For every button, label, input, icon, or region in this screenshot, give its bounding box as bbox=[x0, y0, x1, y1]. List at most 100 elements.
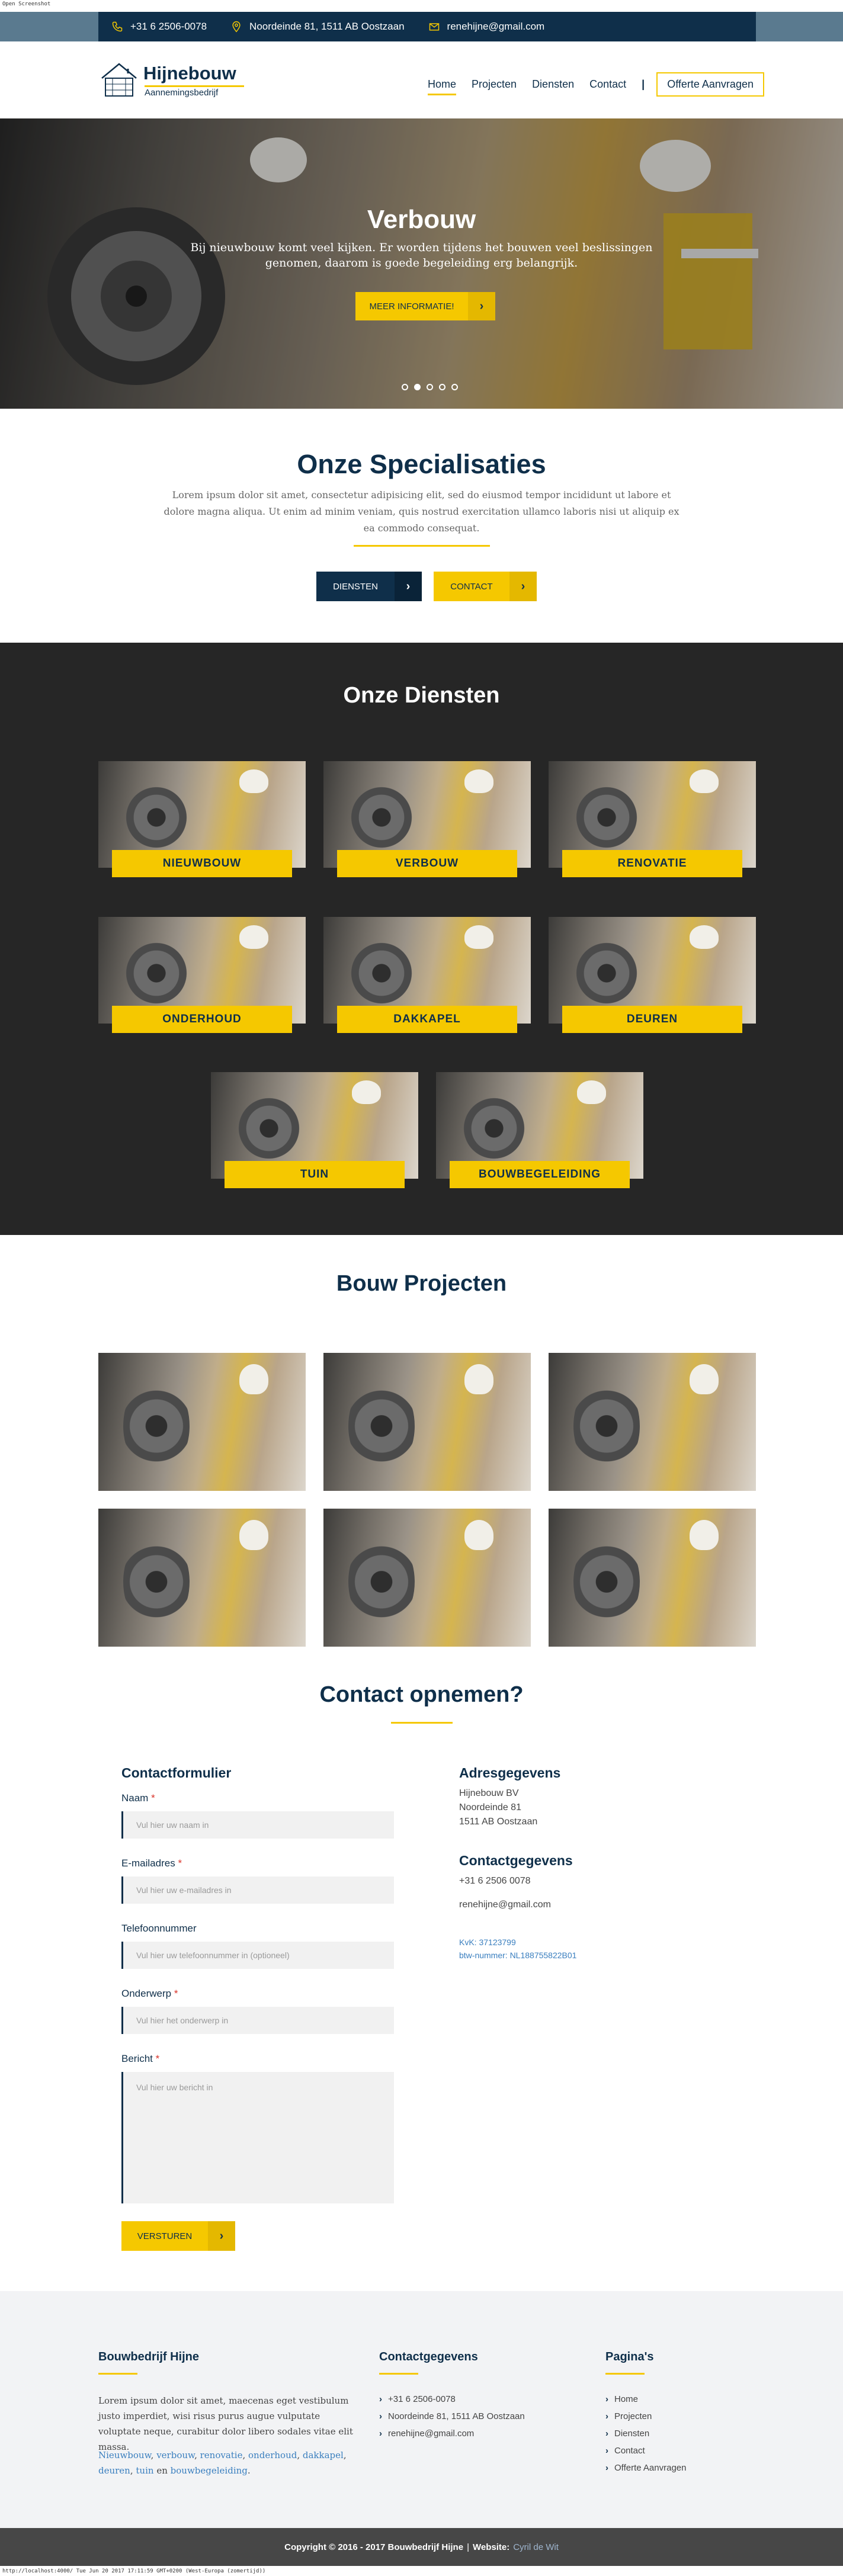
hero-slider: Verbouw Bij nieuwbouw komt veel kijken. … bbox=[0, 118, 843, 409]
submit-button-label: VERSTUREN bbox=[137, 2231, 193, 2241]
project-image[interactable] bbox=[323, 1353, 531, 1491]
footer-link-verbouw[interactable]: verbouw bbox=[156, 2450, 194, 2460]
field-label-naam: Naam * bbox=[121, 1792, 155, 1804]
logo[interactable]: Hijnebouw Aannemingsbedrijf bbox=[98, 57, 258, 104]
nav-diensten[interactable]: Diensten bbox=[532, 78, 574, 91]
nav-contact[interactable]: Contact bbox=[589, 78, 626, 91]
chevron-right-icon: › bbox=[379, 2411, 382, 2421]
specialisaties-title: Onze Specialisaties bbox=[297, 449, 546, 479]
nav-home[interactable]: Home bbox=[428, 78, 457, 95]
logo-title: Hijnebouw bbox=[143, 63, 236, 84]
dienst-card-bouwbegeleiding[interactable]: BOUWBEGELEIDING bbox=[436, 1072, 643, 1188]
topbar-email[interactable]: renehijne@gmail.com bbox=[428, 21, 545, 33]
dienst-card-deuren[interactable]: DEUREN bbox=[549, 917, 756, 1033]
diensten-button[interactable]: DIENSTEN › bbox=[316, 572, 422, 601]
footer-link-dakkapel[interactable]: dakkapel bbox=[303, 2450, 344, 2460]
project-image[interactable] bbox=[323, 1509, 531, 1647]
hero-button-label: MEER INFORMATIE! bbox=[369, 301, 454, 312]
hero-more-info-button[interactable]: MEER INFORMATIE! › bbox=[355, 292, 495, 320]
topbar-phone-text: +31 6 2506-0078 bbox=[130, 21, 207, 32]
footer-page-link[interactable]: › Diensten bbox=[605, 2425, 686, 2442]
slider-dot[interactable] bbox=[439, 384, 445, 390]
diensten-title: Onze Diensten bbox=[343, 683, 500, 708]
dienst-card-onderhoud[interactable]: ONDERHOUD bbox=[98, 917, 306, 1033]
topbar-phone[interactable]: +31 6 2506-0078 bbox=[111, 21, 207, 33]
field-label-telefoon: Telefoonnummer bbox=[121, 1923, 197, 1935]
slider-dot[interactable] bbox=[427, 384, 433, 390]
dienst-card-dakkapel[interactable]: DAKKAPEL bbox=[323, 917, 531, 1033]
slider-dot[interactable] bbox=[451, 384, 458, 390]
quote-button[interactable]: Offerte Aanvragen bbox=[656, 72, 764, 97]
section-divider bbox=[391, 1722, 453, 1724]
footer-page-link[interactable]: › Projecten bbox=[605, 2408, 686, 2425]
chevron-right-icon: › bbox=[379, 2394, 382, 2404]
dienst-card-nieuwbouw[interactable]: NIEUWBOUW bbox=[98, 761, 306, 877]
footer-page-text: Offerte Aanvragen bbox=[614, 2463, 687, 2473]
required-marker: * bbox=[151, 1792, 155, 1804]
onderwerp-input[interactable]: Vul hier het onderwerp in bbox=[121, 2007, 394, 2034]
required-marker: * bbox=[174, 1988, 178, 1999]
telefoon-input[interactable]: Vul hier uw telefoonnummer in (optioneel… bbox=[121, 1942, 394, 1969]
footer-link-bouwbegeleiding[interactable]: bouwbegeleiding bbox=[171, 2465, 248, 2476]
envelope-icon bbox=[429, 23, 439, 31]
hero-title: Verbouw bbox=[367, 205, 476, 234]
footer-link-tuin[interactable]: tuin bbox=[136, 2465, 153, 2476]
slider-dot[interactable] bbox=[402, 384, 408, 390]
contact-title: Contact opnemen? bbox=[319, 1682, 524, 1707]
dienst-card-verbouw[interactable]: VERBOUW bbox=[323, 761, 531, 877]
contact-email[interactable]: renehijne@gmail.com bbox=[459, 1898, 551, 1912]
footer-contact-item[interactable]: › +31 6 2506-0078 bbox=[379, 2391, 525, 2408]
logo-underline bbox=[145, 85, 244, 87]
nav-projecten[interactable]: Projecten bbox=[472, 78, 517, 91]
label-text: Naam bbox=[121, 1792, 149, 1804]
diensten-section: Onze Diensten NIEUWBOUW VERBOUW RENOVATI… bbox=[0, 643, 843, 1235]
project-image[interactable] bbox=[98, 1353, 306, 1491]
footer-page-link[interactable]: › Home bbox=[605, 2391, 686, 2408]
footer-conjunction: en bbox=[156, 2465, 168, 2476]
contact-button[interactable]: CONTACT › bbox=[434, 572, 537, 601]
dienst-card-tuin[interactable]: TUIN bbox=[211, 1072, 418, 1188]
footer-page-text: Diensten bbox=[614, 2429, 650, 2439]
topbar-email-text: renehijne@gmail.com bbox=[447, 21, 545, 32]
contact-button-label: CONTACT bbox=[450, 581, 493, 592]
footer-page-link[interactable]: › Offerte Aanvragen bbox=[605, 2459, 686, 2476]
topbar-address: Noordeinde 81, 1511 AB Oostzaan bbox=[230, 21, 405, 33]
project-image[interactable] bbox=[549, 1353, 756, 1491]
dienst-label: VERBOUW bbox=[337, 850, 517, 877]
footer-page-link[interactable]: › Contact bbox=[605, 2442, 686, 2459]
dienst-card-renovatie[interactable]: RENOVATIE bbox=[549, 761, 756, 877]
contact-phone[interactable]: +31 6 2506 0078 bbox=[459, 1874, 531, 1888]
footer: Bouwbedrijf Hijne Lorem ipsum dolor sit … bbox=[0, 2291, 843, 2528]
submit-button[interactable]: VERSTUREN › bbox=[121, 2221, 235, 2251]
project-image[interactable] bbox=[549, 1509, 756, 1647]
footer-link-deuren[interactable]: deuren bbox=[98, 2465, 130, 2476]
bericht-textarea[interactable]: Vul hier uw bericht in bbox=[121, 2072, 394, 2203]
topbar-address-text: Noordeinde 81, 1511 AB Oostzaan bbox=[249, 21, 405, 32]
chevron-right-icon: › bbox=[468, 292, 495, 320]
website-author-link[interactable]: Cyril de Wit bbox=[513, 2542, 559, 2552]
footer-link-renovatie[interactable]: renovatie bbox=[200, 2450, 243, 2460]
address-title: Adresgegevens bbox=[459, 1765, 561, 1781]
naam-input[interactable]: Vul hier uw naam in bbox=[121, 1811, 394, 1839]
specialisaties-text: Lorem ipsum dolor sit amet, consectetur … bbox=[164, 489, 679, 534]
footer-page-text: Projecten bbox=[614, 2411, 652, 2421]
project-image[interactable] bbox=[98, 1509, 306, 1647]
label-text: E-mailadres bbox=[121, 1858, 175, 1869]
copyright-text: Copyright © 2016 - 2017 Bouwbedrijf Hijn… bbox=[284, 2542, 464, 2552]
footer-page-text: Home bbox=[614, 2394, 639, 2404]
email-input[interactable]: Vul hier uw e-mailadres in bbox=[121, 1876, 394, 1904]
footer-contact-item[interactable]: › renehijne@gmail.com bbox=[379, 2425, 525, 2442]
dienst-label: NIEUWBOUW bbox=[112, 850, 292, 877]
slider-dot-active[interactable] bbox=[414, 384, 421, 390]
screenshot-label: Open Screenshot bbox=[2, 1, 51, 7]
footer-contact-text: +31 6 2506-0078 bbox=[388, 2394, 456, 2404]
browser-status-text: http://localhost:4000/ Tue Jun 20 2017 1… bbox=[2, 2568, 266, 2574]
footer-service-links: Nieuwbouw, verbouw, renovatie, onderhoud… bbox=[98, 2450, 347, 2476]
copyright-bar: Copyright © 2016 - 2017 Bouwbedrijf Hijn… bbox=[0, 2528, 843, 2566]
footer-link-nieuwbouw[interactable]: Nieuwbouw bbox=[98, 2450, 151, 2460]
chevron-right-icon: › bbox=[395, 572, 422, 601]
topbar: +31 6 2506-0078 Noordeinde 81, 1511 AB O… bbox=[98, 12, 756, 41]
chevron-right-icon: › bbox=[208, 2221, 235, 2251]
footer-link-onderhoud[interactable]: onderhoud bbox=[248, 2450, 297, 2460]
projecten-title: Bouw Projecten bbox=[336, 1271, 507, 1296]
